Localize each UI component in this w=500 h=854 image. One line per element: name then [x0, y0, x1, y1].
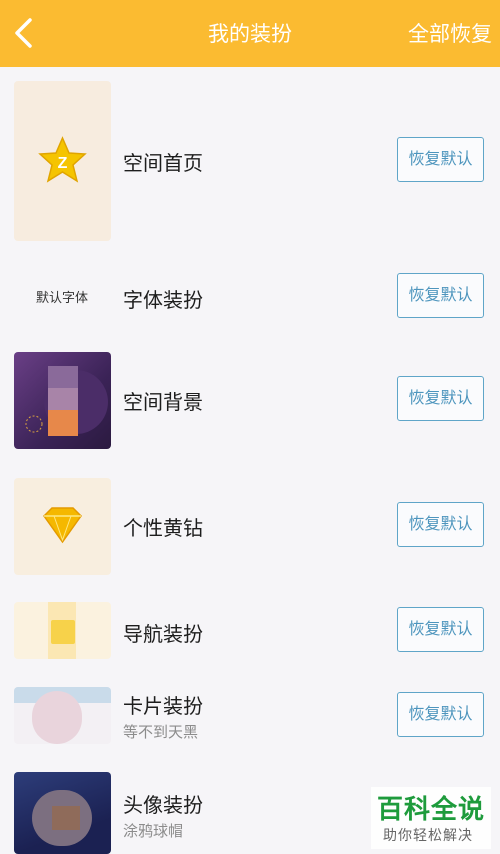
list-item-space-home[interactable]: Z 空间首页 恢复默认: [0, 67, 500, 256]
restore-default-button[interactable]: 恢复默认: [397, 692, 484, 737]
restore-default-button[interactable]: 恢复默认: [397, 502, 484, 547]
watermark-subtitle: 助你轻松解决: [383, 828, 473, 844]
watermark-logo: 百科全说 助你轻松解决: [371, 787, 491, 849]
navigation-thumbnail: [14, 602, 111, 659]
item-subtitle: 涂鸦球帽: [123, 822, 184, 840]
restore-default-button[interactable]: 恢复默认: [397, 607, 484, 652]
list-item-navigation[interactable]: 导航装扮 恢复默认: [0, 588, 500, 674]
default-font-thumbnail: 默认字体: [36, 291, 89, 306]
item-label: 个性黄钻: [123, 516, 203, 540]
watermark-title: 百科全说: [377, 795, 486, 825]
background-art-icon: [25, 366, 108, 436]
list-item-card[interactable]: 卡片装扮 等不到天黑 恢复默认: [0, 673, 500, 759]
yellow-diamond-thumbnail: [14, 478, 111, 575]
item-label: 导航装扮: [123, 622, 203, 646]
list-item-yellow-diamond[interactable]: 个性黄钻 恢复默认: [0, 464, 500, 589]
qzone-star-icon: Z: [38, 136, 87, 183]
list-item-space-background[interactable]: 空间背景 恢复默认: [0, 338, 500, 465]
restore-default-button[interactable]: 恢复默认: [397, 376, 484, 421]
item-label: 字体装扮: [123, 288, 203, 312]
restore-default-button[interactable]: 恢复默认: [397, 137, 484, 182]
restore-default-button[interactable]: 恢复默认: [397, 273, 484, 318]
avatar-thumbnail: [14, 772, 111, 854]
diamond-icon: [43, 507, 82, 544]
restore-all-button[interactable]: 全部恢复: [408, 18, 492, 48]
item-label: 空间首页: [123, 151, 203, 175]
item-label: 卡片装扮: [123, 694, 203, 718]
list-item-font[interactable]: 默认字体 字体装扮 恢复默认: [0, 255, 500, 339]
item-label: 空间背景: [123, 390, 203, 414]
top-nav-bar: 我的装扮 全部恢复: [0, 0, 500, 67]
card-thumbnail: [14, 687, 111, 744]
item-label: 头像装扮: [123, 793, 203, 817]
svg-text:Z: Z: [58, 155, 68, 172]
space-home-thumbnail: Z: [14, 81, 111, 241]
item-subtitle: 等不到天黑: [123, 723, 199, 741]
space-background-thumbnail: [14, 352, 111, 449]
